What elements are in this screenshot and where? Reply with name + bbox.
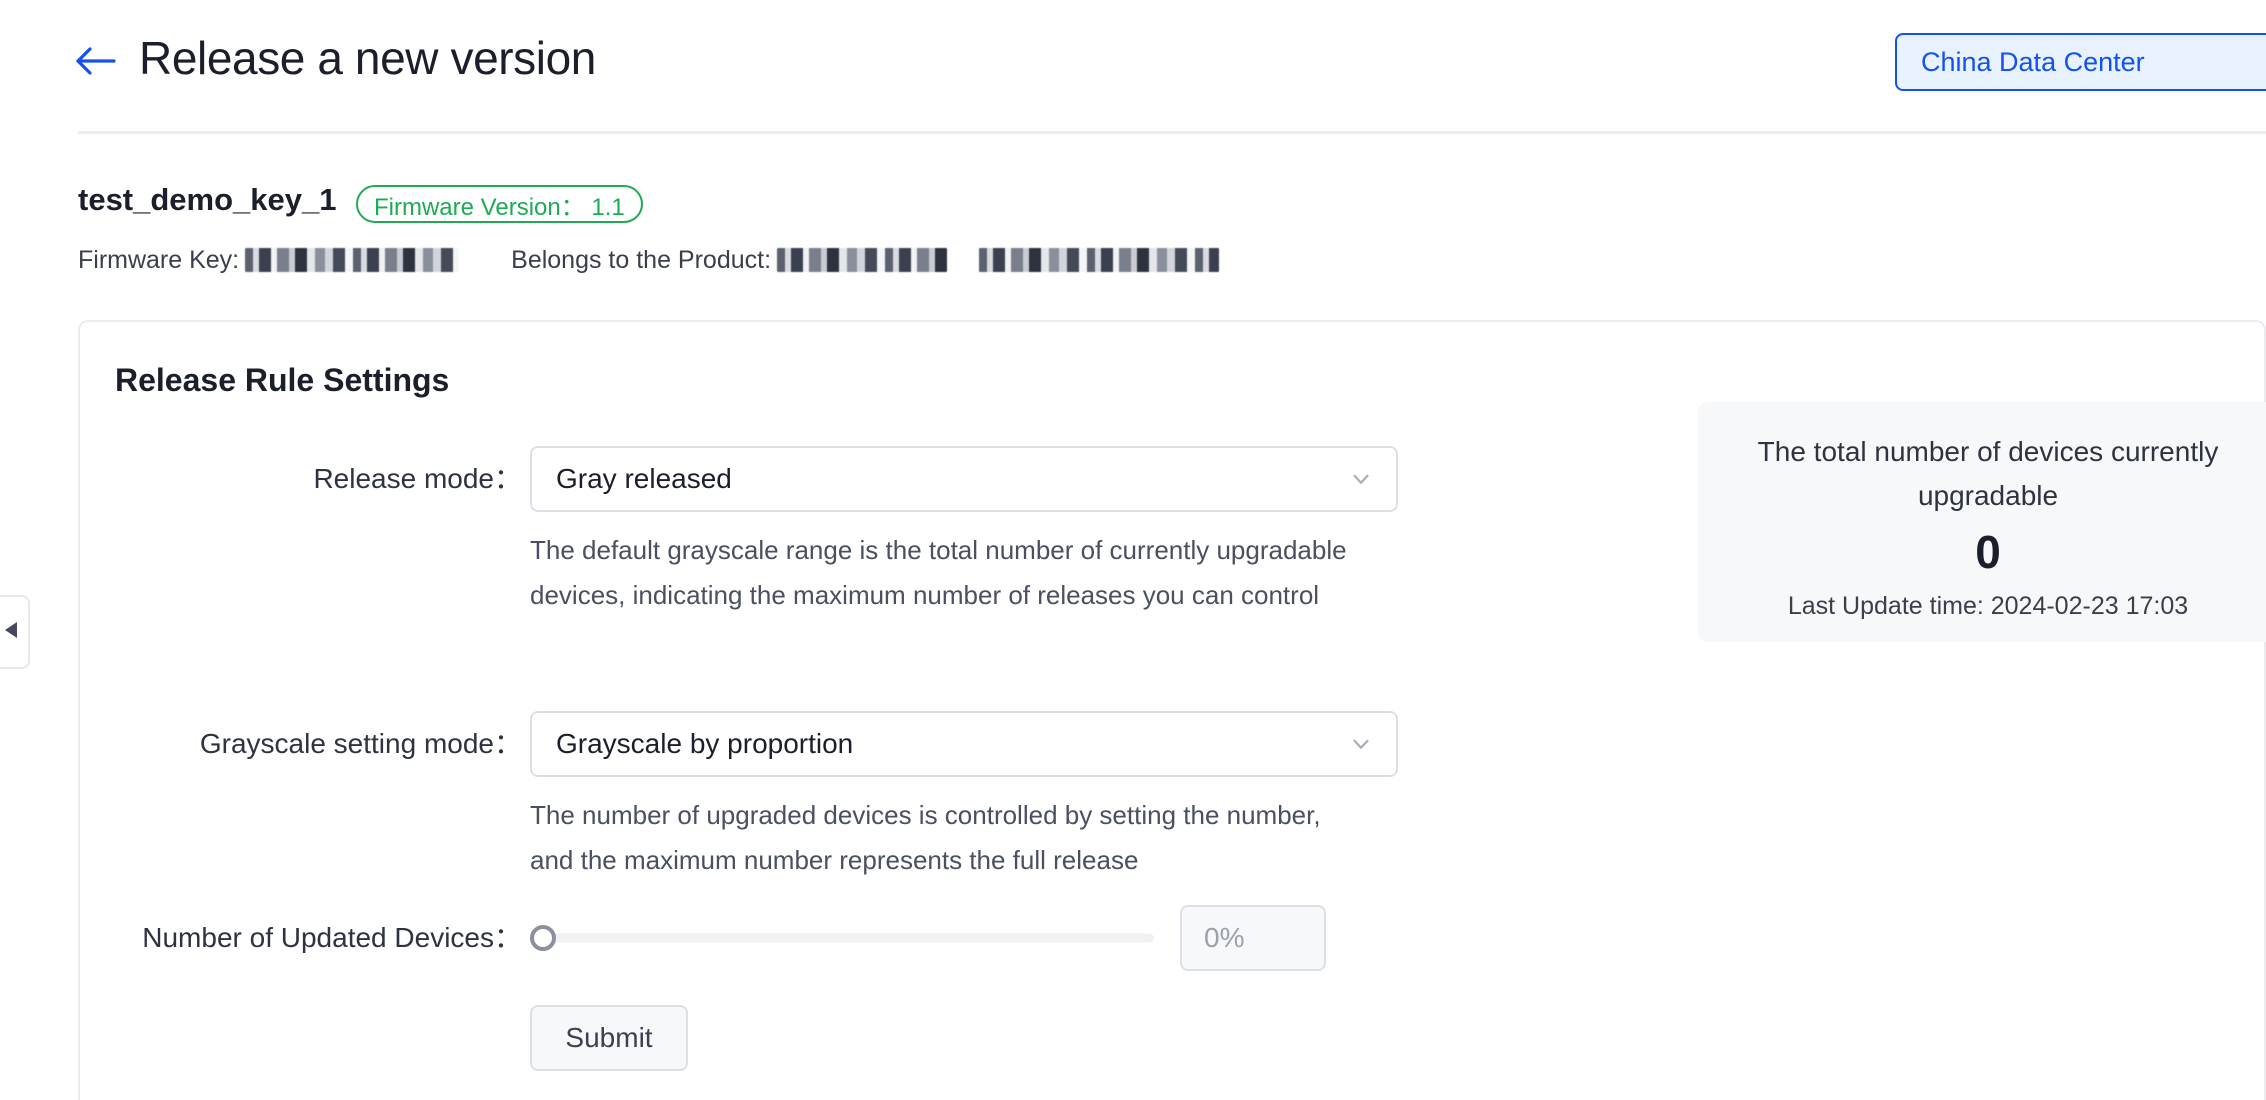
data-center-selector[interactable]: China Data Center — [1895, 33, 2266, 91]
firmware-meta-row: Firmware Key: Belongs to the Product: — [78, 243, 1225, 277]
firmware-name: test_demo_key_1 — [78, 182, 337, 217]
header-divider — [78, 131, 2266, 134]
page-title: Release a new version — [139, 32, 596, 84]
upgradable-devices-count: 0 — [1975, 526, 2001, 578]
release-rule-settings-card: Release Rule Settings Release mode： Gray… — [78, 320, 2266, 1100]
firmware-version-label: Firmware Version： 1.1 — [374, 193, 625, 221]
sidebar-collapse-handle[interactable] — [0, 595, 30, 669]
product-label: Belongs to the Product: — [511, 245, 772, 274]
release-mode-value: Gray released — [556, 463, 732, 494]
form-row-submit: Submit — [80, 1005, 688, 1071]
updated-devices-label: Number of Updated Devices： — [142, 922, 522, 953]
grayscale-mode-value: Grayscale by proportion — [556, 728, 854, 759]
product-value-redacted-part1 — [777, 248, 948, 272]
product-value-redacted-part2 — [979, 248, 1220, 272]
form-row-grayscale-mode: Grayscale setting mode： Grayscale by pro… — [80, 711, 1400, 883]
grayscale-mode-select[interactable]: Grayscale by proportion — [530, 711, 1398, 777]
firmware-key-value-redacted — [245, 248, 460, 272]
chevron-down-icon — [1348, 731, 1374, 757]
slider-handle[interactable] — [530, 925, 556, 951]
card-title: Release Rule Settings — [115, 362, 450, 398]
page-header: Release a new version China Data Center — [0, 0, 2266, 131]
release-mode-label: Release mode： — [313, 463, 522, 494]
updated-devices-slider[interactable] — [530, 905, 1154, 971]
firmware-version-badge: Firmware Version： 1.1 — [356, 185, 643, 223]
form-row-release-mode: Release mode： Gray released The default … — [80, 446, 1400, 618]
updated-devices-percent-value: 0% — [1204, 922, 1245, 953]
back-button[interactable] — [72, 38, 118, 84]
slider-track[interactable] — [538, 933, 1154, 943]
grayscale-mode-hint: The number of upgraded devices is contro… — [530, 800, 1321, 875]
upgradable-devices-panel: The total number of devices currently up… — [1698, 402, 2266, 642]
updated-devices-percent-input[interactable]: 0% — [1180, 905, 1326, 971]
submit-button-label: Submit — [565, 1022, 653, 1053]
release-mode-select[interactable]: Gray released — [530, 446, 1398, 512]
form-row-updated-devices: Number of Updated Devices： 0% — [80, 905, 1326, 971]
arrow-left-icon — [74, 45, 116, 77]
triangle-left-icon — [3, 620, 19, 645]
submit-button[interactable]: Submit — [530, 1005, 688, 1071]
grayscale-mode-label: Grayscale setting mode： — [199, 728, 522, 759]
upgradable-devices-caption: The total number of devices currently up… — [1757, 436, 2219, 511]
data-center-label: China Data Center — [1921, 46, 2145, 77]
upgradable-devices-last-update: Last Update time: 2024-02-23 17:03 — [1787, 592, 2189, 620]
chevron-down-icon — [1348, 466, 1374, 492]
firmware-key-label: Firmware Key: — [78, 245, 240, 274]
release-version-page: Release a new version China Data Center … — [0, 0, 2266, 1100]
release-mode-hint: The default grayscale range is the total… — [530, 535, 1347, 610]
